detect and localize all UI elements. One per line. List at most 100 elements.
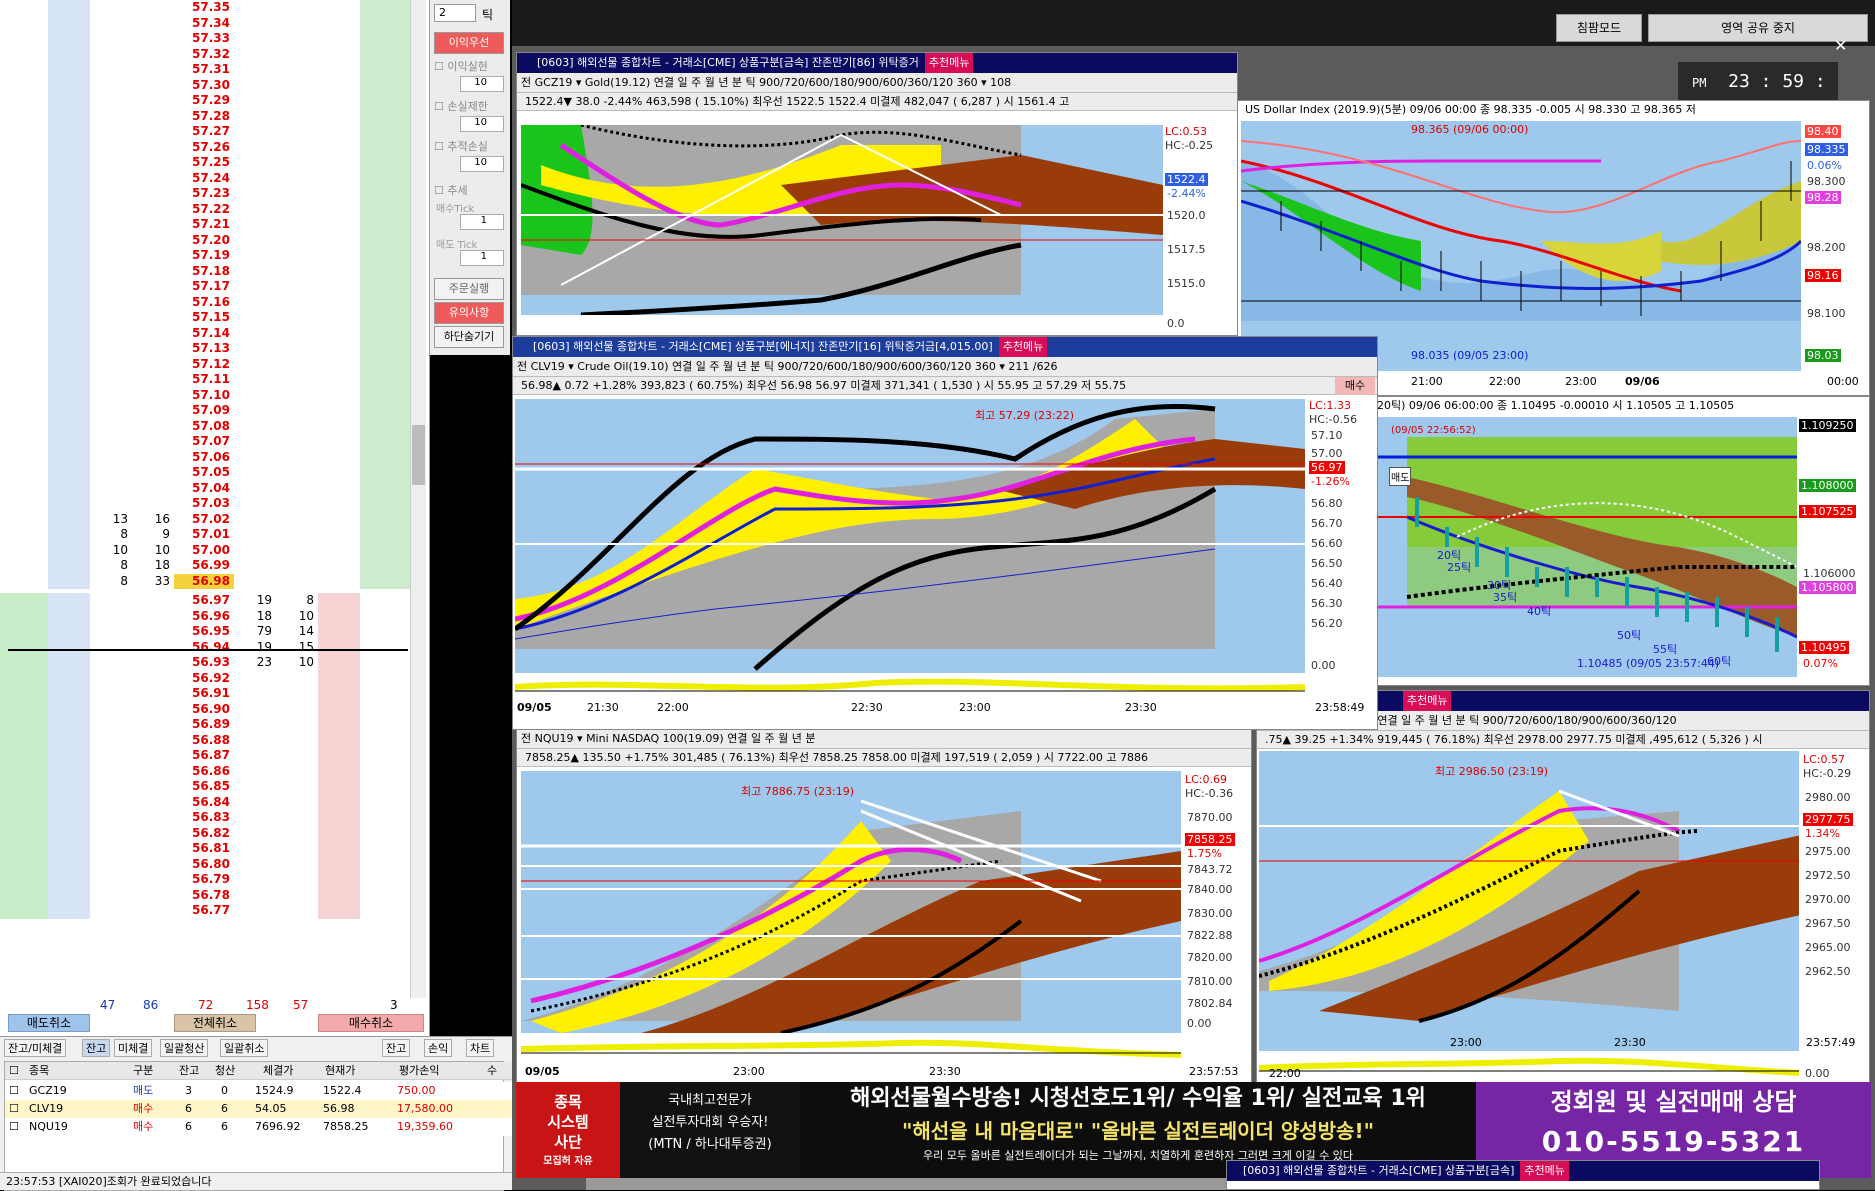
ladder-cell[interactable] [360,325,410,341]
order-exec-button[interactable]: 주문실행 [434,278,504,300]
chart-button[interactable]: 차트 [466,1039,495,1057]
usd-plot-area[interactable]: 98.365 (09/06 00:00) 98.035 (09/05 23:00… [1240,121,1803,371]
gold-chart-window-2[interactable]: [0603] 해외선물 종합차트 - 거래소[CME] 상품구분[금속] 추천메뉴 [1226,1160,1820,1190]
gold-chart-window[interactable]: [0603] 해외선물 종합차트 - 거래소[CME] 상품구분[금속] 잔존만… [516,52,1238,336]
euro-plot-area[interactable]: (09/05 22:56:52) 매도 1.10485 (09/05 23:57… [1377,417,1798,677]
ladder-row[interactable]: 56.89 [0,717,410,733]
ladder-cell[interactable] [0,217,48,233]
ladder-cell[interactable] [360,732,410,748]
ladder-row[interactable]: 56.87 [0,748,410,764]
ladder-cell[interactable] [360,670,410,686]
ladder-row[interactable]: 57.06 [0,449,410,465]
ladder-row[interactable]: 57.28 [0,108,410,124]
crude-buy-button[interactable]: 매수 [1335,377,1375,395]
ladder-cell[interactable] [0,0,48,16]
ladder-cell[interactable] [360,558,410,574]
ladder-cell[interactable] [0,341,48,357]
crude-reco-menu[interactable]: 추천메뉴 [998,337,1048,357]
ladder-row[interactable]: 57.27 [0,124,410,140]
ladder-cell[interactable] [360,763,410,779]
ladder-row[interactable]: 56.92 [0,670,410,686]
buy-tick-input[interactable]: 1 [460,214,504,230]
ladder-cell[interactable] [0,872,48,888]
ladder-row[interactable]: 56.97 19 8 [0,593,410,609]
ladder-cell[interactable] [360,217,410,233]
ladder-cell[interactable] [0,639,48,655]
ladder-row[interactable]: 56.82 [0,825,410,841]
ladder-cell[interactable] [0,124,48,140]
ladder-cell[interactable] [360,124,410,140]
ladder-row[interactable]: 57.33 [0,31,410,47]
ladder-cell[interactable] [0,325,48,341]
ladder-cell[interactable] [360,624,410,640]
ladder-cell[interactable] [360,294,410,310]
ladder-cell[interactable] [360,779,410,795]
ladder-cell[interactable] [360,903,410,919]
ladder-row[interactable]: 57.23 [0,186,410,202]
ladder-cell[interactable] [0,465,48,481]
chart-mode-button[interactable]: 침팜모드 [1556,14,1642,42]
ladder-cell[interactable] [0,527,48,543]
ladder-row[interactable]: 57.32 [0,46,410,62]
tab-unfilled[interactable]: 미체결 [114,1039,153,1057]
ladder-scrollbar[interactable] [410,0,426,998]
ladder-cell[interactable] [360,186,410,202]
ladder-cell[interactable] [0,496,48,512]
ladder-cell[interactable] [0,232,48,248]
ladder-row[interactable]: 57.30 [0,77,410,93]
ladder-cell[interactable] [0,387,48,403]
ladder-row[interactable]: 57.09 [0,403,410,419]
ladder-row[interactable]: 56.79 [0,872,410,888]
ladder-cell[interactable] [0,810,48,826]
ladder-cell[interactable] [0,573,48,589]
ladder-cell[interactable] [360,717,410,733]
ladder-cell[interactable] [360,449,410,465]
ladder-cell[interactable] [0,903,48,919]
follow-check[interactable]: ☐ 추세 [434,182,468,198]
ticks-input[interactable]: 2 [434,4,476,22]
pnl-button[interactable]: 손익 [424,1039,453,1057]
ladder-cell[interactable] [360,701,410,717]
crude-chart-window[interactable]: [0603] 해외선물 종합차트 - 거래소[CME] 상품구분[에너지] 잔존… [512,336,1378,730]
ladder-row[interactable]: 57.10 [0,387,410,403]
ladder-cell[interactable] [0,763,48,779]
ladder-cell[interactable] [0,856,48,872]
ladder-row[interactable]: 8 33 56.98 [0,573,410,589]
ladder-cell[interactable] [360,0,410,16]
ladder-cell[interactable] [360,248,410,264]
ladder-row[interactable]: 56.84 [0,794,410,810]
ladder-cell[interactable] [360,856,410,872]
ladder-cell[interactable] [0,248,48,264]
ladder-cell[interactable] [0,542,48,558]
crude-toolbar[interactable]: 전 CLV19 ▾ Crude Oil(19.10) 연결 일 주 월 년 분 … [513,357,1377,377]
ladder-row[interactable]: 57.19 [0,248,410,264]
ladder-cell[interactable] [360,170,410,186]
ladder-row[interactable]: 56.77 [0,903,410,919]
ladder-row[interactable]: 57.24 [0,170,410,186]
ladder-cell[interactable] [360,608,410,624]
gold-toolbar[interactable]: 전 GCZ19 ▾ Gold(19.12) 연결 일 주 월 년 분 틱 900… [517,73,1237,93]
euro-chart-window[interactable]: 20틱) 09/06 06:00:00 종 1.10495 -0.00010 시… [1372,396,1870,686]
ladder-cell[interactable] [0,480,48,496]
ladder-row[interactable]: 57.07 [0,434,410,450]
sp500-reco-menu[interactable]: 추천메뉴 [1403,691,1452,711]
ladder-cell[interactable] [0,46,48,62]
ladder-cell[interactable] [360,108,410,124]
ladder-cell[interactable] [360,279,410,295]
ladder-row[interactable]: 57.03 [0,496,410,512]
ladder-cell[interactable] [360,511,410,527]
ladder-cell[interactable] [360,403,410,419]
ladder-cell[interactable] [360,155,410,171]
ladder-row[interactable]: 57.35 [0,0,410,16]
ladder-cell[interactable] [360,841,410,857]
ladder-cell[interactable] [0,717,48,733]
ladder-row[interactable]: 56.91 [0,686,410,702]
ladder-cell[interactable] [0,887,48,903]
ladder-cell[interactable] [0,186,48,202]
ladder-cell[interactable] [0,15,48,31]
ladder-row[interactable]: 8 18 56.99 [0,558,410,574]
ladder-cell[interactable] [0,434,48,450]
ladder-cell[interactable] [0,779,48,795]
ladder-cell[interactable] [0,593,48,609]
ladder-cell[interactable] [0,670,48,686]
